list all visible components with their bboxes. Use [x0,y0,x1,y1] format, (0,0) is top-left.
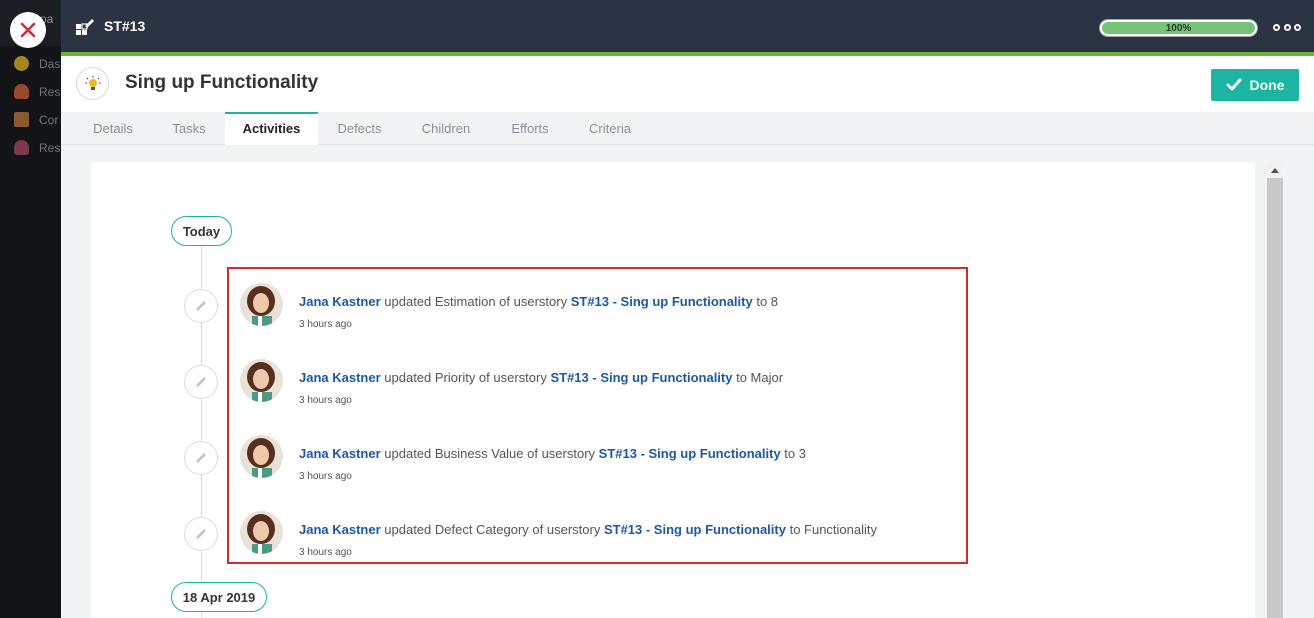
done-label: Done [1249,77,1285,93]
activity-item: Jana Kastner updated Estimation of users… [91,270,1255,330]
more-options-button[interactable] [1273,19,1301,35]
activity-suffix: to Functionality [785,522,878,537]
progress-fill: 100% [1102,22,1255,34]
background-sidebar: pa Das Res Cor Res [0,0,61,618]
tab-activities[interactable]: Activities [225,112,318,145]
tab-tasks[interactable]: Tasks [153,112,225,145]
activity-user-link[interactable]: Jana Kastner [299,446,381,461]
activity-user-link[interactable]: Jana Kastner [299,370,381,385]
tab-defects[interactable]: Defects [318,112,401,145]
story-header: Sing up Functionality Done [61,56,1314,112]
timeline-date-today: Today [171,216,232,246]
pencil-icon [184,517,218,551]
more-dot-icon [1294,23,1301,31]
activity-text: Jana Kastner updated Defect Category of … [299,522,877,537]
close-icon [20,22,36,38]
activity-suffix: to Major [732,370,784,385]
background-nav-label: Res [39,84,61,99]
tab-criteria[interactable]: Criteria [569,112,651,145]
checkmark-icon [1226,78,1241,91]
activity-item: Jana Kastner updated Business Value of u… [91,422,1255,482]
person-icon [14,84,29,99]
activity-suffix: to 3 [780,446,806,461]
activity-story-link[interactable]: ST#13 - Sing up Functionality [550,370,732,385]
user-story-icon [76,19,94,35]
activity-timestamp: 3 hours ago [299,395,352,406]
activity-action: updated Priority of userstory [380,370,551,385]
activity-action: updated Business Value of userstory [380,446,599,461]
story-type-badge [76,67,109,100]
activities-content: Today Jana Kastner updated Estimation of… [91,162,1255,618]
activity-item: Jana Kastner updated Defect Category of … [91,498,1255,558]
story-detail-panel: ST#13 100% Sing up Functionality Done De… [61,0,1314,618]
page-title: Sing up Functionality [125,72,319,93]
tab-efforts[interactable]: Efforts [491,112,569,145]
progress-bar: 100% [1099,19,1258,37]
activity-suffix: to 8 [752,294,779,309]
lightbulb-icon [85,75,100,90]
background-nav-label: Das [39,56,61,71]
activity-action: updated Defect Category of userstory [380,522,604,537]
activity-item: Jana Kastner updated Priority of usersto… [91,346,1255,406]
avatar [240,283,283,326]
avatar [240,511,283,554]
activity-story-link[interactable]: ST#13 - Sing up Functionality [604,522,786,537]
pencil-icon [184,289,218,323]
people-icon [14,140,29,155]
scroll-up-button[interactable] [1267,162,1283,178]
scrollbar[interactable] [1267,162,1283,618]
progress-label: 100% [1165,22,1192,34]
activity-story-link[interactable]: ST#13 - Sing up Functionality [599,446,781,461]
activity-timestamp: 3 hours ago [299,471,352,482]
activity-user-link[interactable]: Jana Kastner [299,294,381,309]
background-nav-item-dashboard: Das [14,56,60,71]
background-nav-item-team: Res [14,140,60,155]
chevron-up-icon [1271,168,1279,173]
activity-timestamp: 3 hours ago [299,319,352,330]
background-nav-item-resources: Res [14,84,60,99]
dashboard-icon [14,56,29,71]
activity-story-link[interactable]: ST#13 - Sing up Functionality [571,294,753,309]
tab-details[interactable]: Details [73,112,153,145]
story-id: ST#13 [104,18,146,34]
activity-text: Jana Kastner updated Estimation of users… [299,294,778,309]
tab-bar: Details Tasks Activities Defects Childre… [61,112,1314,145]
pencil-icon [184,441,218,475]
more-dot-icon [1283,23,1291,31]
activity-action: updated Estimation of userstory [380,294,571,309]
avatar [240,359,283,402]
close-button[interactable] [10,12,46,48]
more-dot-icon [1273,23,1280,31]
timeline-date-18-apr-2019: 18 Apr 2019 [171,582,267,612]
avatar [240,435,283,478]
background-nav-label: Res [39,140,61,155]
tab-children[interactable]: Children [401,112,491,145]
activity-user-link[interactable]: Jana Kastner [299,522,381,537]
top-bar: ST#13 100% [61,0,1314,52]
background-nav-item-calendar: Cor [14,112,58,127]
background-nav-label: Cor [39,112,59,127]
pencil-icon [184,365,218,399]
activity-text: Jana Kastner updated Business Value of u… [299,446,806,461]
activity-timestamp: 3 hours ago [299,547,352,558]
activity-text: Jana Kastner updated Priority of usersto… [299,370,783,385]
calendar-icon [14,112,29,127]
done-button[interactable]: Done [1211,69,1299,101]
